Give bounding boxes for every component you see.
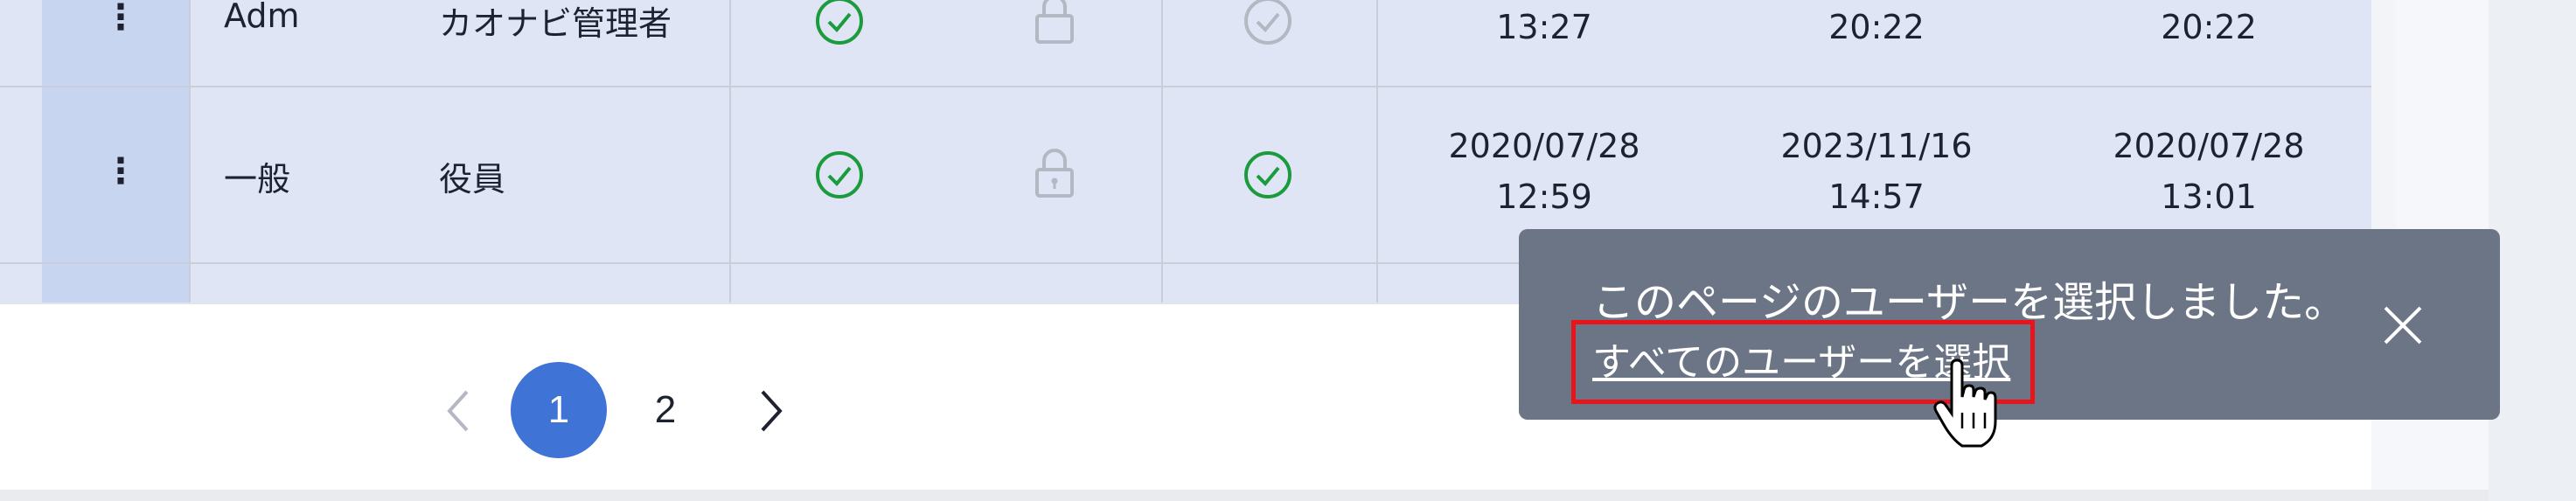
last-login-date-day: 2020/07/28 — [2113, 127, 2305, 165]
created-date-time: 12:59 — [1496, 177, 1592, 216]
footer-shadow — [0, 490, 2489, 501]
last-login-time: 20:22 — [2161, 8, 2257, 46]
kebab-menu-icon[interactable]: ⋮ — [103, 154, 138, 189]
page-1-button[interactable]: 1 — [511, 362, 607, 458]
check-circle-icon — [1244, 0, 1291, 45]
selection-toast: このページのユーザーを選択しました。 すべてのユーザーを選択 — [1519, 229, 2500, 420]
user-role: カオナビ管理者 — [439, 4, 672, 43]
kebab-menu-icon[interactable]: ⋮ — [103, 0, 138, 35]
check-circle-icon — [1244, 151, 1291, 198]
chevron-left-icon[interactable] — [437, 385, 481, 437]
row-menu-cell — [42, 264, 191, 303]
last-login-date-time: 13:01 — [2161, 177, 2257, 216]
chevron-right-icon[interactable] — [748, 385, 792, 437]
created-time: 13:27 — [1496, 8, 1592, 46]
check-circle-icon — [816, 0, 863, 45]
row-checkbox-cell[interactable] — [0, 0, 44, 86]
user-type: Adm — [224, 0, 300, 35]
lock-icon — [1035, 0, 1074, 44]
updated-time: 20:22 — [1828, 8, 1925, 46]
close-icon[interactable] — [2380, 303, 2426, 348]
hand-cursor-icon — [1933, 358, 1997, 448]
page-scrollbar[interactable] — [2489, 0, 2576, 501]
user-role: 役員 — [439, 160, 506, 198]
updated-date-day: 2023/11/16 — [1780, 127, 1973, 165]
created-date: 2020/07/28 12:59 — [1431, 121, 1658, 222]
row-checkbox-cell[interactable] — [0, 87, 44, 262]
lock-icon — [1035, 149, 1074, 198]
created-date-day: 2020/07/28 — [1448, 127, 1640, 165]
table-row: ⋮ Adm カオナビ管理者 13:27 20:22 20:22 — [0, 0, 2371, 87]
user-type: 一般 — [224, 160, 291, 198]
last-login-date: 2020/07/28 13:01 — [2095, 121, 2322, 222]
updated-date-time: 14:57 — [1828, 177, 1925, 216]
check-circle-icon — [816, 151, 863, 198]
row-checkbox-cell[interactable] — [0, 264, 44, 303]
page-2-button[interactable]: 2 — [617, 362, 714, 458]
updated-date: 2023/11/16 14:57 — [1763, 121, 1990, 222]
